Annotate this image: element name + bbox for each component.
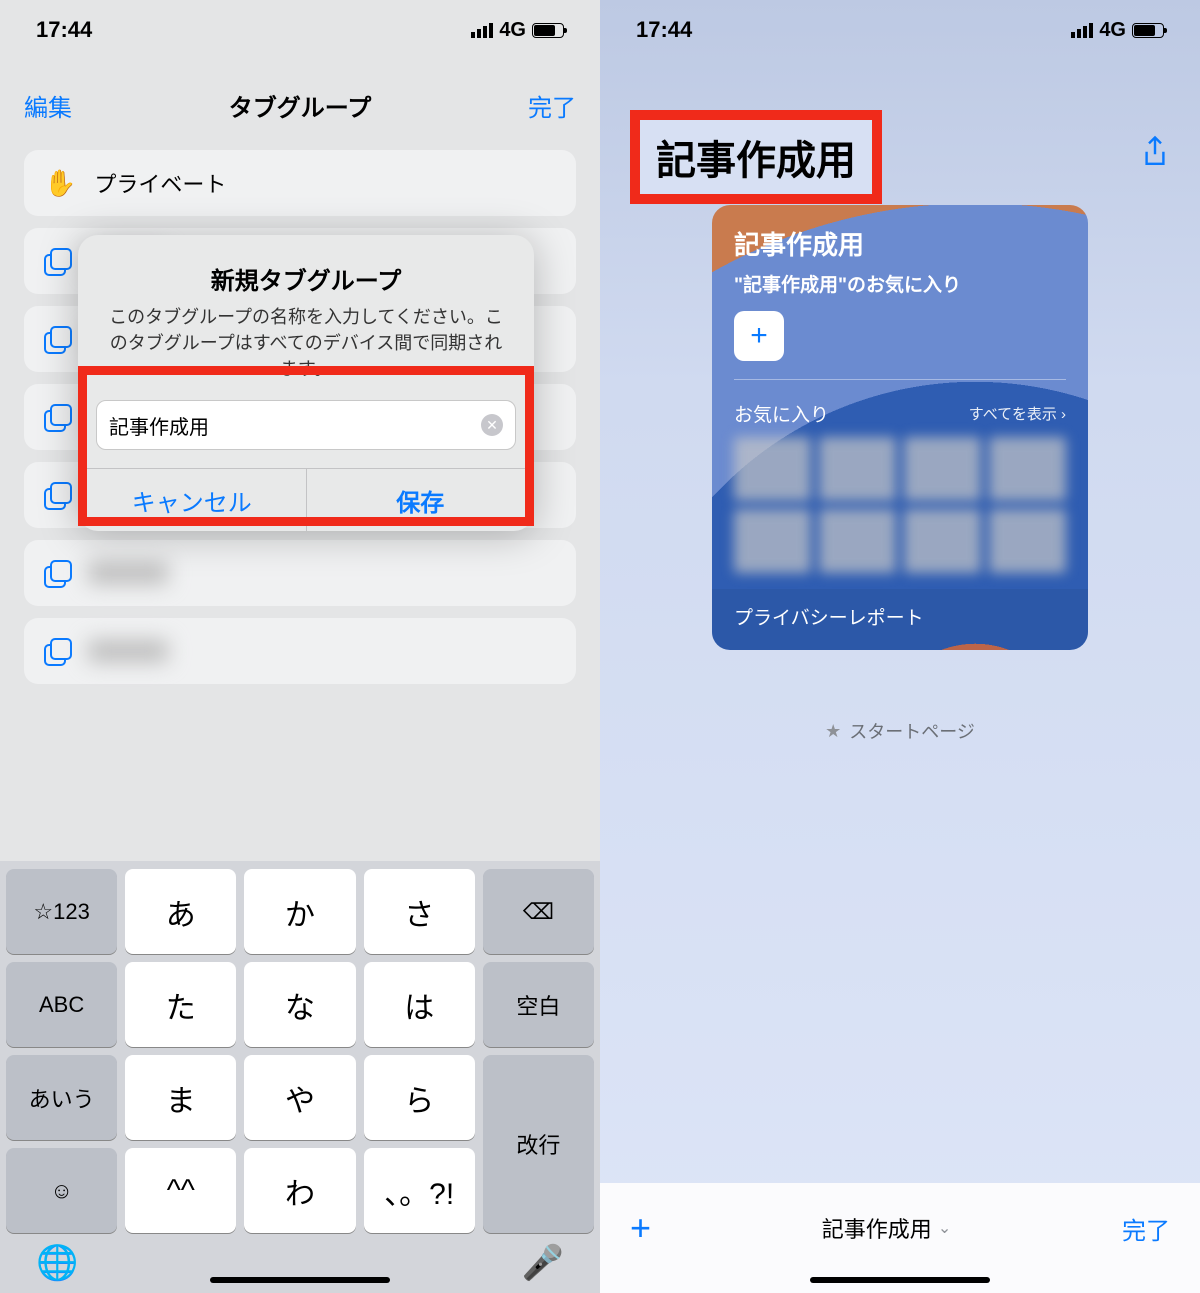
key[interactable]: あ bbox=[125, 869, 236, 954]
status-time: 17:44 bbox=[636, 17, 692, 43]
mic-icon[interactable]: 🎤 bbox=[522, 1243, 564, 1283]
save-button[interactable]: 保存 bbox=[306, 469, 535, 531]
key[interactable]: ^^ bbox=[125, 1148, 236, 1233]
chevron-down-icon: ⌄ bbox=[938, 1218, 951, 1238]
key[interactable]: は bbox=[364, 962, 475, 1047]
key[interactable]: な bbox=[244, 962, 355, 1047]
copy-icon bbox=[44, 404, 70, 430]
cancel-button[interactable]: キャンセル bbox=[78, 469, 306, 531]
start-page-card[interactable]: 記事作成用 "記事作成用"のお気に入り + お気に入り すべてを表示 › プライ… bbox=[712, 205, 1088, 650]
key[interactable]: ら bbox=[364, 1055, 475, 1140]
copy-icon bbox=[44, 638, 70, 664]
add-favorite-button[interactable]: + bbox=[734, 311, 784, 361]
favorite-item[interactable] bbox=[989, 509, 1066, 573]
star-icon: ★ bbox=[825, 721, 841, 742]
network-label: 4G bbox=[499, 19, 526, 42]
key[interactable]: ま bbox=[125, 1055, 236, 1140]
status-right: 4G bbox=[471, 19, 564, 42]
key[interactable]: さ bbox=[364, 869, 475, 954]
nav-title: タブグループ bbox=[229, 88, 372, 123]
status-bar: 17:44 4G bbox=[600, 0, 1200, 60]
signal-icon bbox=[1071, 23, 1093, 38]
key-return[interactable]: 改行 bbox=[483, 1055, 594, 1233]
status-right: 4G bbox=[1071, 19, 1164, 42]
copy-icon bbox=[44, 560, 70, 586]
battery-icon bbox=[532, 23, 564, 38]
favorite-item[interactable] bbox=[819, 509, 896, 573]
network-label: 4G bbox=[1099, 19, 1126, 42]
key-num[interactable]: ☆123 bbox=[6, 869, 117, 954]
card-caption: ★ スタートページ bbox=[600, 718, 1200, 744]
new-tab-button[interactable]: + bbox=[630, 1207, 651, 1249]
group-selector[interactable]: 記事作成用 ⌄ bbox=[822, 1212, 951, 1244]
key[interactable]: 、。?! bbox=[364, 1148, 475, 1233]
status-bar: 17:44 4G bbox=[0, 0, 600, 60]
private-label: プライベート bbox=[94, 167, 226, 199]
globe-icon[interactable]: 🌐 bbox=[36, 1243, 78, 1283]
favorite-item[interactable] bbox=[904, 437, 981, 501]
favorite-item[interactable] bbox=[904, 509, 981, 573]
page-title: 記事作成用 bbox=[656, 128, 856, 186]
highlight-box: 記事作成用 bbox=[630, 110, 882, 204]
group-name-input[interactable] bbox=[109, 414, 481, 437]
favorite-item[interactable] bbox=[734, 437, 811, 501]
key[interactable]: わ bbox=[244, 1148, 355, 1233]
keyboard: ☆123 あ か さ ⌫ ABC た な は 空白 あいう ま や ら 改行 ☺… bbox=[0, 861, 600, 1293]
edit-button[interactable]: 編集 bbox=[24, 88, 72, 123]
favorite-item[interactable] bbox=[734, 509, 811, 573]
alert-message: このタブグループの名称を入力してください。このタブグループはすべてのデバイス間で… bbox=[78, 304, 534, 382]
caption-label: スタートページ bbox=[849, 718, 975, 744]
key-backspace[interactable]: ⌫ bbox=[483, 869, 594, 954]
favorite-item[interactable] bbox=[989, 437, 1066, 501]
nav-bar: 編集 タブグループ 完了 bbox=[0, 70, 600, 140]
home-indicator bbox=[210, 1277, 390, 1283]
copy-icon bbox=[44, 248, 70, 274]
share-button[interactable] bbox=[1140, 135, 1170, 180]
done-button[interactable]: 完了 bbox=[1122, 1211, 1170, 1246]
key-abc[interactable]: ABC bbox=[6, 962, 117, 1047]
key[interactable]: か bbox=[244, 869, 355, 954]
status-time: 17:44 bbox=[36, 17, 92, 43]
card-sub: "記事作成用"のお気に入り bbox=[712, 270, 1088, 311]
divider bbox=[734, 379, 1066, 380]
favorites-label: お気に入り bbox=[734, 400, 829, 427]
alert-input-wrap: ✕ bbox=[96, 400, 516, 450]
phone-left: 17:44 4G 編集 タブグループ 完了 ✋ プライベート 新規タブグループ … bbox=[0, 0, 600, 1293]
show-all-link[interactable]: すべてを表示 › bbox=[969, 403, 1066, 424]
redacted-label bbox=[88, 640, 168, 662]
copy-icon bbox=[44, 326, 70, 352]
favorite-item[interactable] bbox=[819, 437, 896, 501]
key-kana[interactable]: あいう bbox=[6, 1055, 117, 1140]
key[interactable]: た bbox=[125, 962, 236, 1047]
redacted-label bbox=[88, 562, 168, 584]
share-icon bbox=[1140, 135, 1170, 171]
clear-icon[interactable]: ✕ bbox=[481, 414, 503, 436]
alert-title: 新規タブグループ bbox=[78, 261, 534, 296]
copy-icon bbox=[44, 482, 70, 508]
favorites-header: お気に入り すべてを表示 › bbox=[712, 386, 1088, 437]
key-space[interactable]: 空白 bbox=[483, 962, 594, 1047]
done-button[interactable]: 完了 bbox=[528, 88, 576, 123]
key[interactable]: や bbox=[244, 1055, 355, 1140]
list-item[interactable] bbox=[24, 618, 576, 684]
hand-icon: ✋ bbox=[44, 168, 76, 199]
page-header: 記事作成用 bbox=[600, 110, 1200, 204]
list-item[interactable] bbox=[24, 540, 576, 606]
card-heading: 記事作成用 bbox=[712, 205, 1088, 270]
key-emoji[interactable]: ☺ bbox=[6, 1148, 117, 1233]
new-tab-group-alert: 新規タブグループ このタブグループの名称を入力してください。このタブグループはす… bbox=[78, 235, 534, 531]
signal-icon bbox=[471, 23, 493, 38]
battery-icon bbox=[1132, 23, 1164, 38]
group-name-label: 記事作成用 bbox=[822, 1212, 932, 1244]
phone-right: 17:44 4G 記事作成用 記事作成用 "記事作成用"のお気に入り + お気に… bbox=[600, 0, 1200, 1293]
list-item-private[interactable]: ✋ プライベート bbox=[24, 150, 576, 216]
home-indicator bbox=[810, 1277, 990, 1283]
card-footer: プライバシーレポート bbox=[712, 589, 1088, 650]
favorites-grid bbox=[712, 437, 1088, 589]
